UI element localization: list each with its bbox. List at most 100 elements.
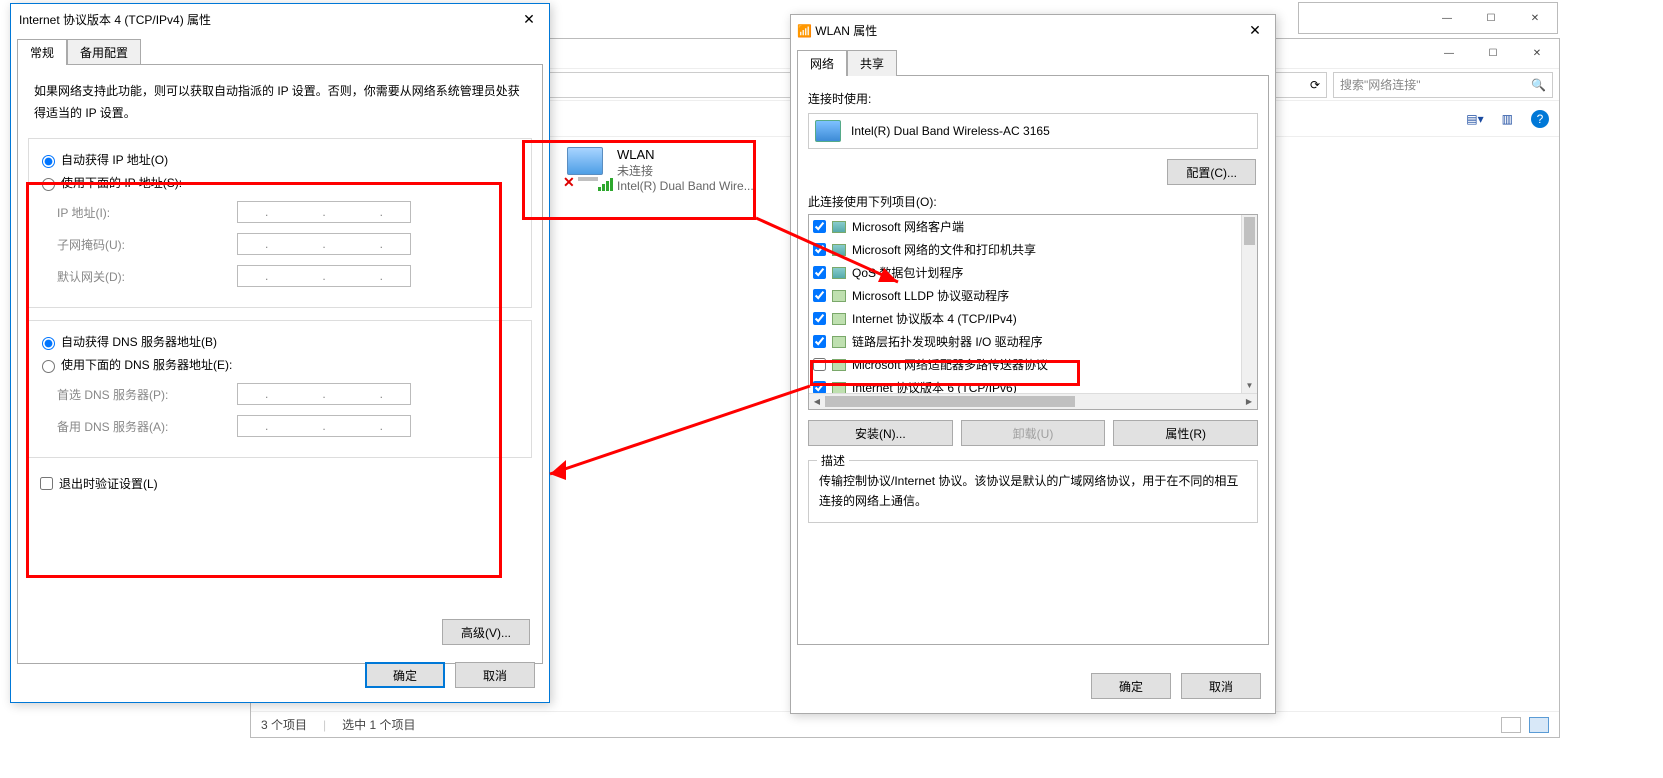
- advanced-button[interactable]: 高级(V)...: [442, 619, 530, 645]
- protocol-checkbox[interactable]: [813, 220, 826, 233]
- tab-sharing[interactable]: 共享: [847, 50, 897, 76]
- dialog-titlebar: Internet 协议版本 4 (TCP/IPv4) 属性 ✕: [11, 4, 549, 34]
- protocol-checkbox[interactable]: [813, 358, 826, 371]
- ok-button[interactable]: 确定: [365, 662, 445, 688]
- minimize-button[interactable]: —: [1427, 40, 1471, 68]
- protocol-label: QoS 数据包计划程序: [852, 264, 963, 281]
- network-client-icon: [832, 267, 846, 279]
- radio-auto-ip[interactable]: [42, 155, 55, 168]
- dns-group: 自动获得 DNS 服务器地址(B) 使用下面的 DNS 服务器地址(E): 首选…: [28, 320, 532, 458]
- protocol-checkbox[interactable]: [813, 266, 826, 279]
- help-icon[interactable]: ?: [1531, 110, 1549, 128]
- close-icon[interactable]: ✕: [509, 4, 549, 34]
- network-adapter-item[interactable]: ✕ WLAN 未连接 Intel(R) Dual Band Wire...: [563, 143, 791, 201]
- radio-manual-ip-row[interactable]: 使用下面的 IP 地址(S):: [37, 174, 523, 191]
- refresh-icon[interactable]: ⟳: [1310, 78, 1320, 92]
- radio-auto-dns[interactable]: [42, 337, 55, 350]
- validate-row[interactable]: 退出时验证设置(L): [36, 474, 532, 493]
- properties-button[interactable]: 属性(R): [1113, 420, 1258, 446]
- tab-panel: 连接时使用: Intel(R) Dual Band Wireless-AC 31…: [797, 75, 1269, 645]
- radio-manual-ip-label: 使用下面的 IP 地址(S):: [61, 174, 182, 191]
- alt-dns-input[interactable]: ...: [237, 415, 411, 437]
- radio-manual-dns[interactable]: [42, 360, 55, 373]
- uninstall-button[interactable]: 卸载(U): [961, 420, 1106, 446]
- tab-alternate[interactable]: 备用配置: [67, 39, 141, 65]
- configure-button[interactable]: 配置(C)...: [1167, 159, 1256, 185]
- ip-address-row: IP 地址(I): ...: [57, 201, 523, 223]
- protocol-checkbox[interactable]: [813, 312, 826, 325]
- protocol-icon: [832, 336, 846, 348]
- dialog-footer: 确定 取消: [365, 662, 535, 688]
- tab-general[interactable]: 常规: [17, 39, 67, 65]
- cancel-button[interactable]: 取消: [1181, 673, 1261, 699]
- validate-label: 退出时验证设置(L): [59, 475, 158, 492]
- scroll-thumb[interactable]: [825, 396, 1075, 407]
- protocol-checkbox[interactable]: [813, 335, 826, 348]
- close-icon[interactable]: ✕: [1235, 15, 1275, 45]
- protocol-buttons: 安装(N)... 卸载(U) 属性(R): [808, 420, 1258, 446]
- scroll-thumb[interactable]: [1244, 217, 1255, 245]
- protocol-checkbox[interactable]: [813, 243, 826, 256]
- alt-dns-label: 备用 DNS 服务器(A):: [57, 418, 237, 435]
- list-item[interactable]: QoS 数据包计划程序: [809, 261, 1241, 284]
- validate-checkbox[interactable]: [40, 477, 53, 490]
- protocol-icon: [832, 359, 846, 371]
- dialog-title: WLAN 属性: [815, 24, 877, 38]
- radio-manual-ip[interactable]: [42, 178, 55, 191]
- protocol-icon: [832, 382, 846, 394]
- protocol-list[interactable]: Microsoft 网络客户端Microsoft 网络的文件和打印机共享 QoS …: [808, 214, 1258, 410]
- view-icon[interactable]: ▤▾: [1466, 112, 1483, 126]
- alt-dns-row: 备用 DNS 服务器(A): ...: [57, 415, 523, 437]
- install-button[interactable]: 安装(N)...: [808, 420, 953, 446]
- dialog-titlebar: 📶 WLAN 属性 ✕: [791, 15, 1275, 45]
- radio-manual-dns-row[interactable]: 使用下面的 DNS 服务器地址(E):: [37, 356, 523, 373]
- ip-address-input[interactable]: ...: [237, 201, 411, 223]
- ip-address-label: IP 地址(I):: [57, 204, 237, 221]
- list-item[interactable]: Microsoft 网络适配器多路传送器协议: [809, 353, 1241, 376]
- radio-auto-ip-label: 自动获得 IP 地址(O): [61, 151, 168, 168]
- subnet-label: 子网掩码(U):: [57, 236, 237, 253]
- protocol-checkbox[interactable]: [813, 289, 826, 302]
- protocol-label: Microsoft LLDP 协议驱动程序: [852, 287, 1009, 304]
- pane-icon[interactable]: ▥: [1502, 112, 1513, 126]
- pref-dns-input[interactable]: ...: [237, 383, 411, 405]
- ipv4-properties-dialog: Internet 协议版本 4 (TCP/IPv4) 属性 ✕ 常规 备用配置 …: [10, 3, 550, 703]
- list-item[interactable]: Microsoft LLDP 协议驱动程序: [809, 284, 1241, 307]
- radio-manual-dns-label: 使用下面的 DNS 服务器地址(E):: [61, 356, 232, 373]
- scroll-down-icon[interactable]: ▼: [1242, 377, 1257, 393]
- close-button[interactable]: ✕: [1515, 40, 1559, 68]
- gateway-input[interactable]: ...: [237, 265, 411, 287]
- maximize-button[interactable]: ☐: [1469, 4, 1513, 32]
- tabs: 常规 备用配置: [11, 38, 549, 64]
- minimize-button[interactable]: —: [1425, 4, 1469, 32]
- status-bar: 3 个项目 | 选中 1 个项目: [251, 711, 1559, 737]
- tab-panel: 如果网络支持此功能，则可以获取自动指派的 IP 设置。否则，你需要从网络系统管理…: [17, 64, 543, 664]
- list-item[interactable]: 链路层拓扑发现映射器 I/O 驱动程序: [809, 330, 1241, 353]
- view-tiles-icon[interactable]: [1529, 717, 1549, 733]
- cancel-button[interactable]: 取消: [455, 662, 535, 688]
- error-x-icon: ✕: [563, 174, 575, 191]
- adapter-name: WLAN: [617, 147, 754, 162]
- tab-network[interactable]: 网络: [797, 50, 847, 76]
- list-item[interactable]: Microsoft 网络的文件和打印机共享: [809, 238, 1241, 261]
- radio-auto-ip-row[interactable]: 自动获得 IP 地址(O): [37, 151, 523, 168]
- maximize-button[interactable]: ☐: [1471, 40, 1515, 68]
- close-button[interactable]: ✕: [1513, 4, 1557, 32]
- search-input[interactable]: 搜索"网络连接" 🔍: [1333, 72, 1553, 98]
- list-item[interactable]: Microsoft 网络客户端: [809, 215, 1241, 238]
- scroll-right-icon[interactable]: ▶: [1241, 394, 1257, 409]
- signal-bars-icon: [598, 178, 613, 191]
- radio-auto-dns-row[interactable]: 自动获得 DNS 服务器地址(B): [37, 333, 523, 350]
- adapter-icon: [815, 120, 841, 142]
- scrollbar-vertical[interactable]: ▼: [1241, 215, 1257, 393]
- gateway-label: 默认网关(D):: [57, 268, 237, 285]
- protocol-label: Internet 协议版本 4 (TCP/IPv4): [852, 310, 1017, 327]
- adapter-name: Intel(R) Dual Band Wireless-AC 3165: [851, 124, 1050, 138]
- scrollbar-horizontal[interactable]: ◀ ▶: [809, 393, 1257, 409]
- list-item[interactable]: Internet 协议版本 4 (TCP/IPv4): [809, 307, 1241, 330]
- subnet-input[interactable]: ...: [237, 233, 411, 255]
- ok-button[interactable]: 确定: [1091, 673, 1171, 699]
- view-details-icon[interactable]: [1501, 717, 1521, 733]
- scroll-left-icon[interactable]: ◀: [809, 394, 825, 409]
- adapter-row: Intel(R) Dual Band Wireless-AC 3165: [808, 113, 1258, 149]
